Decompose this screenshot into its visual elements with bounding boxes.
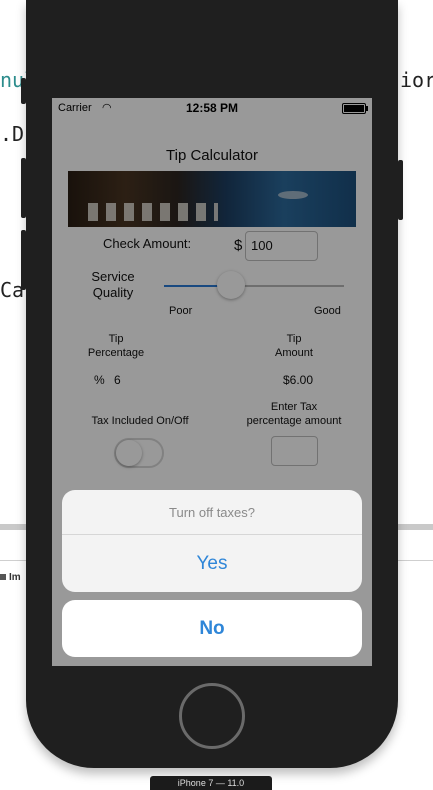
editor-code-fragment: ior [400, 68, 433, 92]
side-button[interactable] [21, 78, 26, 104]
power-button[interactable] [398, 160, 403, 220]
action-sheet-title: Turn off taxes? [62, 490, 362, 535]
action-sheet: Turn off taxes? Yes [62, 490, 362, 592]
editor-badge: Im [0, 572, 21, 583]
volume-up-button[interactable] [21, 158, 26, 218]
home-button[interactable] [179, 683, 245, 749]
yes-button[interactable]: Yes [62, 535, 362, 592]
image-icon [0, 574, 6, 581]
volume-down-button[interactable] [21, 230, 26, 290]
simulator-device-label: iPhone 7 — 11.0 [150, 776, 272, 790]
editor-code-fragment: .D [0, 122, 25, 146]
app-screen: Carrier ◠ 12:58 PM Tip Calculator Check … [52, 98, 372, 666]
no-button[interactable]: No [62, 600, 362, 657]
